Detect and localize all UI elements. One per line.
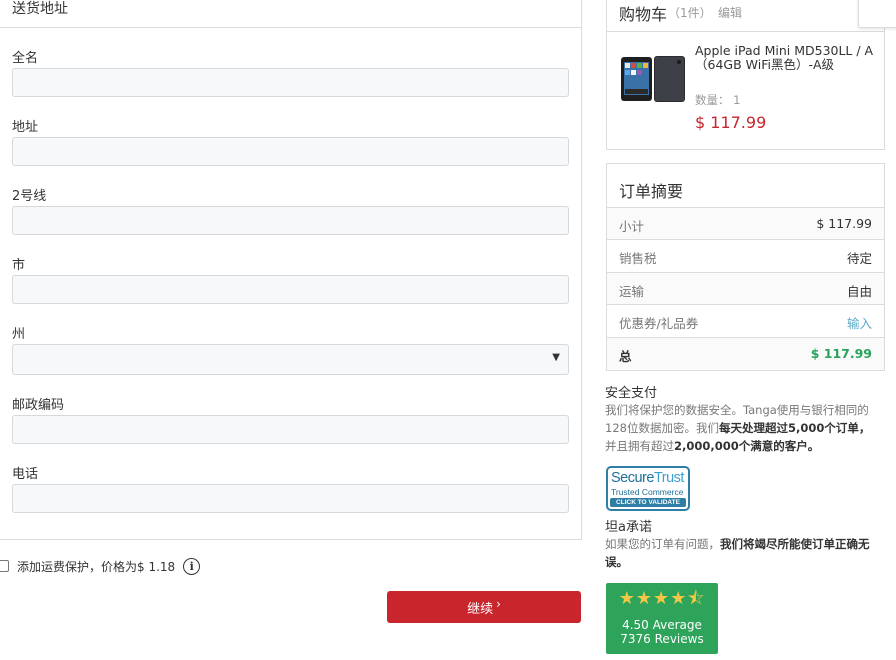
secure-text-bold-2: 2,000,000个满意的客户。 xyxy=(674,439,820,453)
promise-title: 坦a承诺 xyxy=(605,520,652,535)
phone-input[interactable] xyxy=(12,484,569,513)
state-select[interactable]: ▼ xyxy=(12,344,569,375)
securetrust-badge[interactable]: SecureTrust Trusted Commerce CLICK TO VA… xyxy=(606,466,690,511)
securetrust-word-2: Trust xyxy=(653,470,685,486)
shipping-cost-value: 自由 xyxy=(846,284,872,299)
zip-label: 邮政编码 xyxy=(12,398,65,413)
info-icon[interactable]: i xyxy=(183,557,201,575)
fullname-input[interactable] xyxy=(12,68,569,97)
product-name[interactable]: Apple iPad Mini MD530LL / A（64GB WiFi黑色）… xyxy=(695,44,875,72)
subtotal-value: $ 117.99 xyxy=(816,216,872,231)
coupon-label: 优惠券/礼品券 xyxy=(619,316,699,331)
shipping-protection-checkbox[interactable] xyxy=(0,560,9,572)
secure-payment-text: 我们将保护您的数据安全。Tanga使用与银行相同的128位数据加密。我们每天处理… xyxy=(605,401,890,455)
cart-panel: 购物车 （1件） 编辑 Apple iPad Mini MD530LL / A（… xyxy=(606,0,885,150)
securetrust-tagline: Trusted Commerce xyxy=(611,487,684,497)
shipping-header: 送货地址 xyxy=(0,0,581,28)
total-label: 总 xyxy=(619,349,632,364)
shipping-protection-row: 添加运费保护，价格为$ 1.18 i xyxy=(0,557,201,575)
star-icon: ★ xyxy=(618,588,636,609)
summary-row-sales-tax: 销售税 待定 xyxy=(607,239,884,271)
total-value: $ 117.99 xyxy=(810,346,872,361)
order-summary-title: 订单摘要 xyxy=(619,182,684,201)
state-label: 州 xyxy=(12,327,26,342)
chevron-right-icon: › xyxy=(496,597,501,611)
promise-text-part-1: 如果您的订单有问题， xyxy=(605,537,720,551)
cart-edit-link[interactable]: 编辑 xyxy=(718,4,742,21)
star-icon: ★ xyxy=(652,588,671,609)
sales-tax-value: 待定 xyxy=(846,251,872,266)
reviews-average: 4.50 Average xyxy=(622,618,702,632)
reviews-badge[interactable]: ★★★★⯪ 4.50 Average 7376 Reviews xyxy=(606,583,718,654)
city-label: 市 xyxy=(12,258,26,273)
product-price: $ 117.99 xyxy=(695,113,767,132)
product-quantity: 数量： 1 xyxy=(695,92,740,108)
summary-row-subtotal: 小计 $ 117.99 xyxy=(607,207,884,239)
secure-text-bold-1: 每天处理超过5,000个订单， xyxy=(718,421,871,435)
summary-row-total: 总 $ 117.99 xyxy=(607,337,884,369)
half-star-icon: ⯪ xyxy=(687,588,706,609)
securetrust-word-1: Secure xyxy=(611,470,654,486)
chevron-down-icon: ▼ xyxy=(552,352,560,363)
shipping-title: 送货地址 xyxy=(12,1,68,17)
phone-label: 电话 xyxy=(12,467,39,482)
cart-title: 购物车 xyxy=(619,5,668,24)
promise-text: 如果您的订单有问题，我们将竭尽所能使订单正确无误。 xyxy=(605,535,890,571)
shipping-protection-label[interactable]: 添加运费保护，价格为$ 1.18 xyxy=(17,558,175,575)
line2-input[interactable] xyxy=(12,206,569,235)
rating-stars: ★★★★⯪ xyxy=(606,586,718,616)
floating-tab[interactable] xyxy=(858,0,896,28)
continue-label: 继续 xyxy=(467,601,494,617)
shipping-address-panel: 送货地址 全名 地址 2号线 市 州 ▼ 邮政编码 电话 xyxy=(0,0,582,540)
order-summary-panel: 订单摘要 小计 $ 117.99 销售税 待定 运输 自由 优惠券/礼品券 输入… xyxy=(606,163,885,371)
coupon-enter-link[interactable]: 输入 xyxy=(847,313,872,332)
securetrust-validate: CLICK TO VALIDATE xyxy=(610,498,686,507)
product-thumbnail[interactable] xyxy=(620,55,686,103)
city-input[interactable] xyxy=(12,275,569,304)
summary-row-coupon: 优惠券/礼品券 输入 xyxy=(607,304,884,336)
reviews-count: 7376 Reviews xyxy=(620,632,704,646)
subtotal-label: 小计 xyxy=(619,219,645,234)
secure-payment-title: 安全支付 xyxy=(605,386,658,401)
secure-text-part-2: 并且拥有超过 xyxy=(605,439,674,453)
quantity-label: 数量： xyxy=(695,93,730,107)
sales-tax-label: 销售税 xyxy=(619,251,657,266)
fullname-label: 全名 xyxy=(12,51,39,66)
securetrust-wordmark: SecureTrust xyxy=(611,470,684,486)
quantity-value: 1 xyxy=(733,93,741,107)
cart-count: （1件） xyxy=(668,6,712,20)
summary-row-shipping: 运输 自由 xyxy=(607,272,884,304)
shipping-cost-label: 运输 xyxy=(619,284,645,299)
cart-header: 购物车 （1件） 编辑 xyxy=(607,0,884,32)
address-input[interactable] xyxy=(12,137,569,166)
line2-label: 2号线 xyxy=(12,189,47,204)
star-icon: ★ xyxy=(635,588,653,609)
address-label: 地址 xyxy=(12,120,39,135)
zip-input[interactable] xyxy=(12,415,569,444)
continue-button[interactable]: 继续 › xyxy=(387,591,581,623)
star-icon: ★ xyxy=(670,588,688,609)
